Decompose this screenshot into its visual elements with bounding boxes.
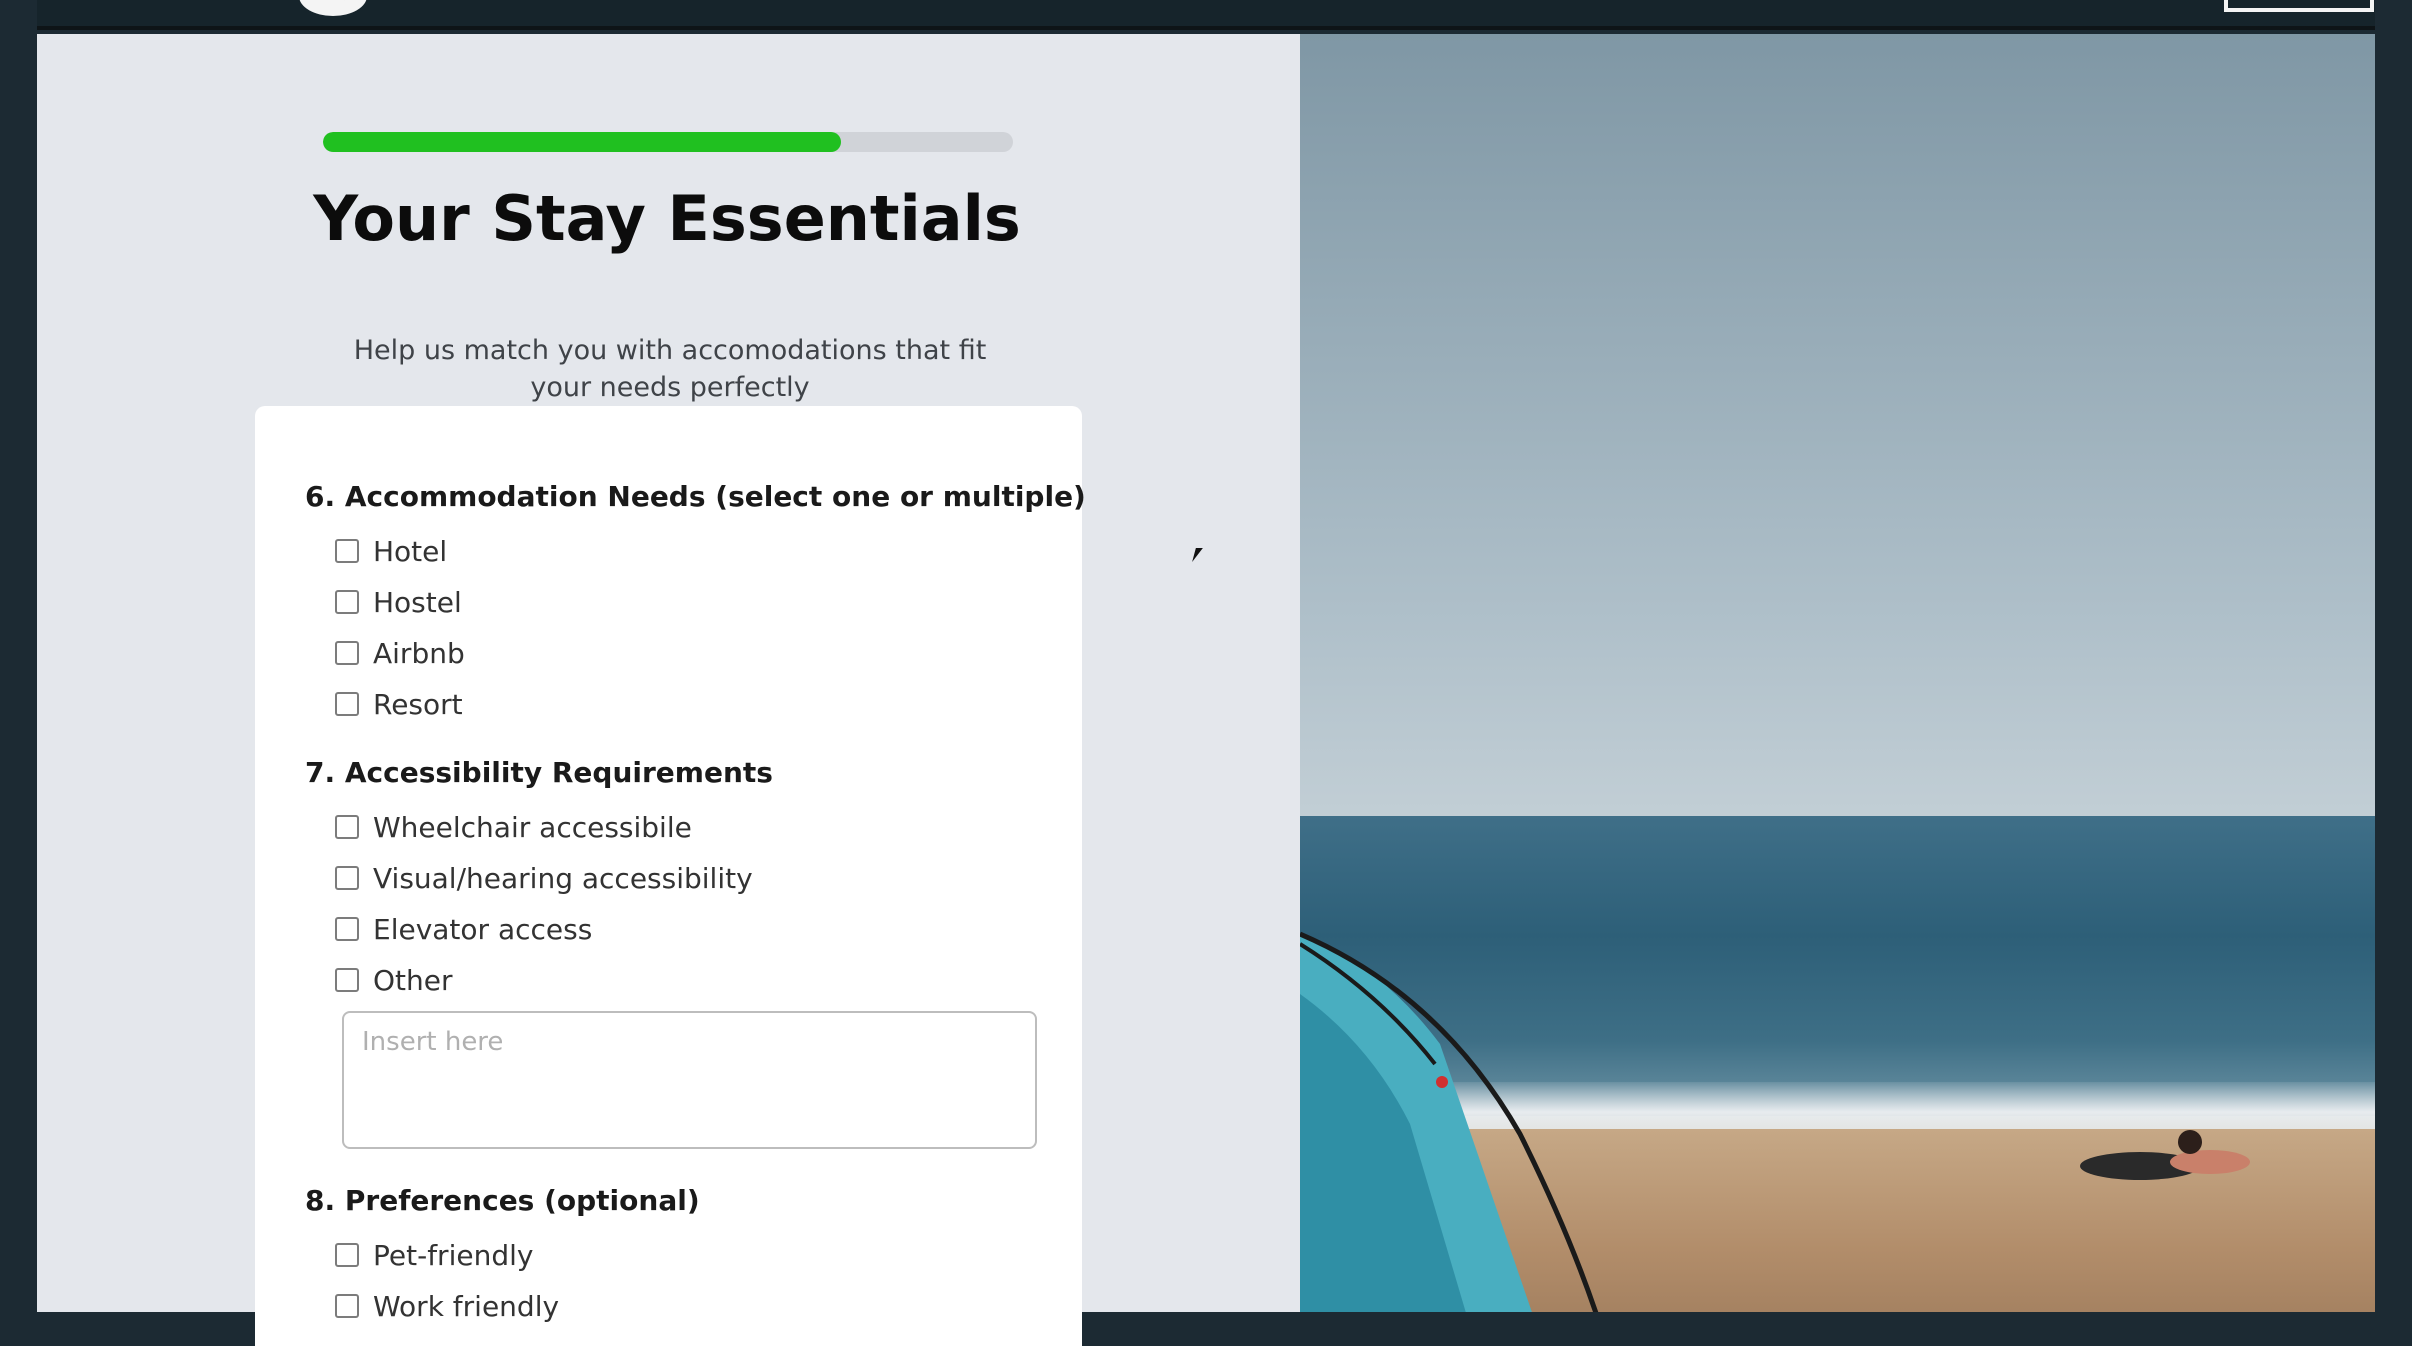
- option-hotel[interactable]: Hotel: [335, 531, 447, 571]
- questionnaire-card: 6. Accommodation Needs (select one or mu…: [255, 406, 1086, 1346]
- option-label: Visual/hearing accessibility: [373, 861, 753, 895]
- form-panel: Your Stay Essentials Help us match you w…: [37, 34, 1300, 1346]
- option-work-friendly[interactable]: Work friendly: [335, 1286, 559, 1326]
- option-label: Hostel: [373, 585, 462, 619]
- top-nav-bar: [37, 0, 2375, 30]
- beach-photo: [1300, 34, 2375, 1312]
- option-visual-hearing[interactable]: Visual/hearing accessibility: [335, 858, 753, 898]
- question-accessibility-title: 7. Accessibility Requirements: [305, 756, 773, 789]
- option-label: Other: [373, 963, 453, 997]
- option-label: Elevator access: [373, 912, 593, 946]
- progress-bar-fill: [323, 132, 841, 152]
- option-label: Pet-friendly: [373, 1238, 534, 1272]
- resort-checkbox[interactable]: [335, 692, 359, 716]
- mouse-cursor-icon: [1192, 548, 1203, 562]
- wheelchair-checkbox[interactable]: [335, 815, 359, 839]
- pet-friendly-checkbox[interactable]: [335, 1243, 359, 1267]
- work-friendly-checkbox[interactable]: [335, 1294, 359, 1318]
- option-elevator-access[interactable]: Elevator access: [335, 909, 592, 949]
- option-label: Wheelchair accessibile: [373, 810, 692, 844]
- airbnb-checkbox[interactable]: [335, 641, 359, 665]
- option-other[interactable]: Other: [335, 960, 453, 1000]
- page-title: Your Stay Essentials: [313, 182, 1021, 255]
- option-label: Work friendly: [373, 1289, 560, 1323]
- brand-logo-icon[interactable]: [299, 0, 367, 16]
- option-label: Hotel: [373, 534, 448, 568]
- hostel-checkbox[interactable]: [335, 590, 359, 614]
- progress-bar: [323, 132, 1013, 152]
- sunbather-illustration: [2080, 1130, 2250, 1180]
- question-accommodation-needs-title: 6. Accommodation Needs (select one or mu…: [305, 480, 1086, 513]
- beach-tent-illustration: [1300, 931, 1599, 1312]
- option-airbnb[interactable]: Airbnb: [335, 633, 465, 673]
- other-checkbox[interactable]: [335, 968, 359, 992]
- visual-hearing-checkbox[interactable]: [335, 866, 359, 890]
- hotel-checkbox[interactable]: [335, 539, 359, 563]
- option-label: Resort: [373, 687, 463, 721]
- other-accessibility-input[interactable]: [342, 1011, 1037, 1149]
- option-hostel[interactable]: Hostel: [335, 582, 462, 622]
- option-pet-friendly[interactable]: Pet-friendly: [335, 1235, 533, 1275]
- page-subtitle: Help us match you with accomodations tha…: [353, 335, 987, 403]
- option-label: Airbnb: [373, 636, 465, 670]
- top-nav-button[interactable]: [2224, 0, 2374, 12]
- question-preferences-title: 8. Preferences (optional): [305, 1184, 700, 1217]
- option-wheelchair-accessible[interactable]: Wheelchair accessibile: [335, 807, 692, 847]
- option-resort[interactable]: Resort: [335, 684, 463, 724]
- elevator-checkbox[interactable]: [335, 917, 359, 941]
